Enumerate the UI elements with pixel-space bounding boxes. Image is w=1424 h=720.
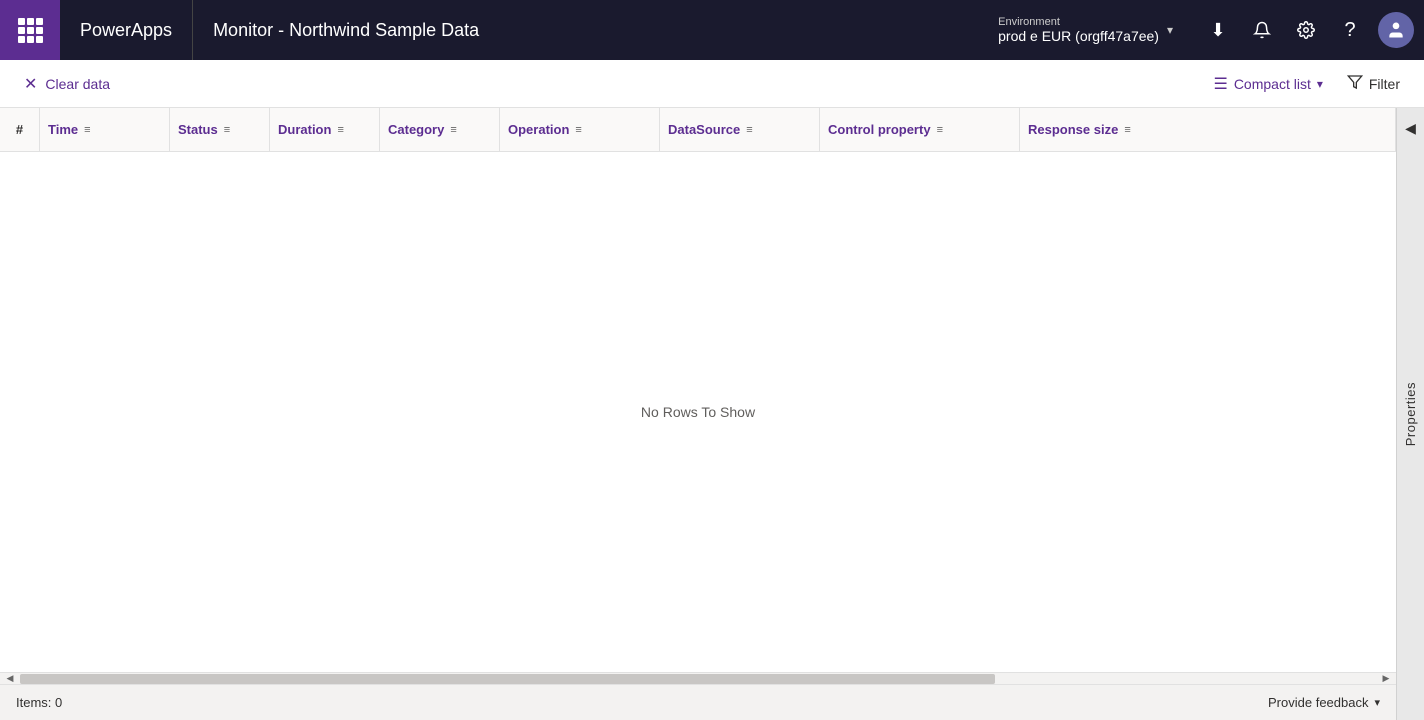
environment-chevron-icon: ▾ [1167,23,1173,37]
filter-icon [1347,74,1363,93]
duration-sort-icon[interactable]: ≡ [337,124,343,136]
environment-name: prod e EUR (orgff47a7ee) [998,28,1159,44]
feedback-chevron-icon: ▾ [1374,696,1380,709]
properties-panel-label: Properties [1403,382,1418,446]
scrollbar-thumb[interactable] [20,674,995,684]
compact-list-chevron-icon: ▾ [1317,77,1323,91]
table-body[interactable]: No Rows To Show [0,152,1396,672]
provide-feedback-button[interactable]: Provide feedback ▾ [1268,695,1380,710]
download-button[interactable]: ⬇ [1198,10,1238,50]
environment-selector[interactable]: Environment prod e EUR (orgff47a7ee) ▾ [983,16,1188,44]
compact-list-label: Compact list [1234,76,1311,92]
main-content: # Time ≡ Status ≡ Duration ≡ Category ≡ … [0,108,1424,720]
status-bar: Items: 0 Provide feedback ▾ [0,684,1396,720]
compact-list-icon: ☰ [1213,74,1227,94]
time-sort-icon[interactable]: ≡ [84,124,90,136]
status-sort-icon[interactable]: ≡ [224,124,230,136]
filter-label: Filter [1369,76,1400,92]
provide-feedback-label: Provide feedback [1268,695,1368,710]
close-icon: ✕ [24,74,37,94]
clear-data-label: Clear data [45,76,110,92]
scroll-left-arrow[interactable]: ◀ [0,673,20,685]
environment-label: Environment [998,16,1159,28]
col-header-hash: # [0,108,40,151]
category-sort-icon[interactable]: ≡ [450,124,456,136]
col-header-control-property: Control property ≡ [820,108,1020,151]
settings-button[interactable] [1286,10,1326,50]
datasource-sort-icon[interactable]: ≡ [746,124,752,136]
table-header: # Time ≡ Status ≡ Duration ≡ Category ≡ … [0,108,1396,152]
col-header-datasource: DataSource ≡ [660,108,820,151]
operation-sort-icon[interactable]: ≡ [575,124,581,136]
toolbar-right-group: ☰ Compact list ▾ Filter [1205,70,1408,98]
response-size-sort-icon[interactable]: ≡ [1124,124,1130,136]
nav-icons-group: ⬇ ? [1188,10,1424,50]
properties-panel[interactable]: ◀ Properties [1396,108,1424,720]
col-header-status: Status ≡ [170,108,270,151]
app-name: PowerApps [60,0,193,60]
col-header-operation: Operation ≡ [500,108,660,151]
col-header-duration: Duration ≡ [270,108,380,151]
control-property-sort-icon[interactable]: ≡ [937,124,943,136]
horizontal-scrollbar[interactable]: ◀ ▶ [0,672,1396,684]
col-header-time: Time ≡ [40,108,170,151]
waffle-menu-button[interactable] [0,0,60,60]
notification-button[interactable] [1242,10,1282,50]
page-title: Monitor - Northwind Sample Data [193,20,983,41]
col-header-response-size: Response size ≡ [1020,108,1396,151]
col-header-category: Category ≡ [380,108,500,151]
table-wrapper: # Time ≡ Status ≡ Duration ≡ Category ≡ … [0,108,1396,720]
clear-data-button[interactable]: ✕ Clear data [16,70,118,98]
waffle-grid-icon [18,18,43,43]
toolbar: ✕ Clear data ☰ Compact list ▾ Filter [0,60,1424,108]
scroll-right-arrow[interactable]: ▶ [1376,673,1396,685]
compact-list-button[interactable]: ☰ Compact list ▾ [1205,70,1330,98]
avatar[interactable] [1378,12,1414,48]
scrollbar-thumb-area[interactable] [20,673,1376,684]
items-count: Items: 0 [16,695,62,710]
top-nav-bar: PowerApps Monitor - Northwind Sample Dat… [0,0,1424,60]
filter-button[interactable]: Filter [1339,70,1408,97]
help-button[interactable]: ? [1330,10,1370,50]
no-rows-message: No Rows To Show [641,404,755,420]
panel-collapse-icon: ◀ [1405,120,1416,137]
